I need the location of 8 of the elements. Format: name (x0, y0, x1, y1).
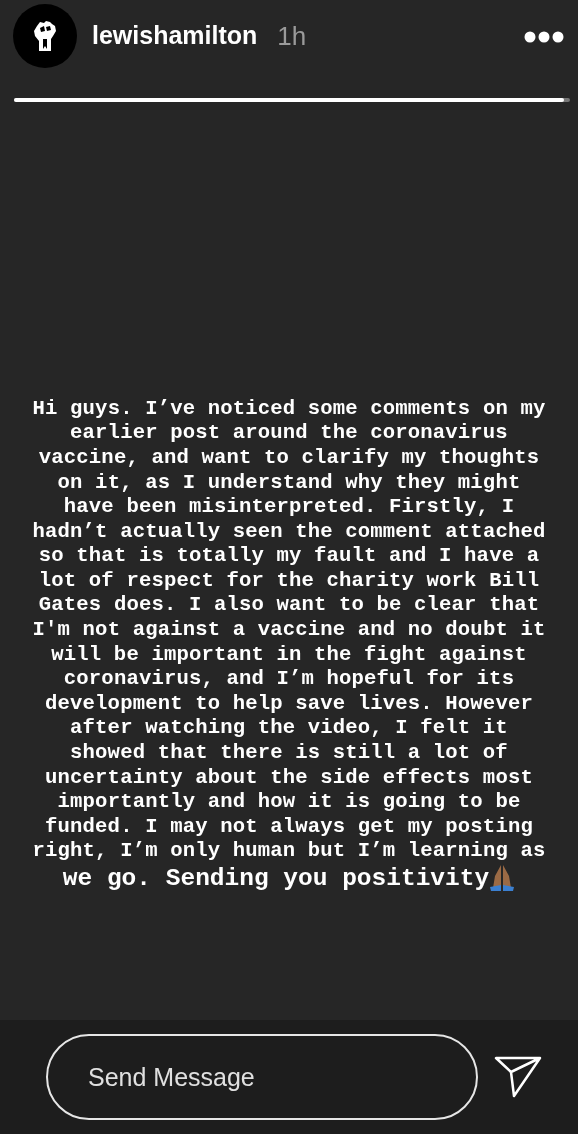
send-icon[interactable] (494, 1056, 542, 1098)
praying-hands-icon (489, 864, 516, 892)
story-text: Hi guys. I’ve noticed some comments on my earlier post around the coronavirus vaccine, and want to clarify my thoughts on it, as I understand why they might have been misinterpreted. Firstly, I hadn’t actually seen the comment attached so that is totally my fault and I have a lot of respect for the charity work Bill Gates does. I also want to be clear that I'm not against a vaccine and no doubt it will be important in the fight against coronavirus, and I’m hopeful for its development to help save lives. However after watching the video, I felt it showed that there is still a lot of uncertainty about the side effects most importantly and how it is going to be funded. I may not always get my posting right, I’m only human but I’m learning as (32, 396, 546, 864)
message-field[interactable]: Send Message (46, 1034, 478, 1120)
post-time: 1h (277, 19, 307, 53)
username[interactable]: lewishamilton (92, 17, 258, 55)
story-text: we go. Sending you positivity (62, 864, 490, 894)
more-options-icon[interactable] (524, 30, 566, 43)
